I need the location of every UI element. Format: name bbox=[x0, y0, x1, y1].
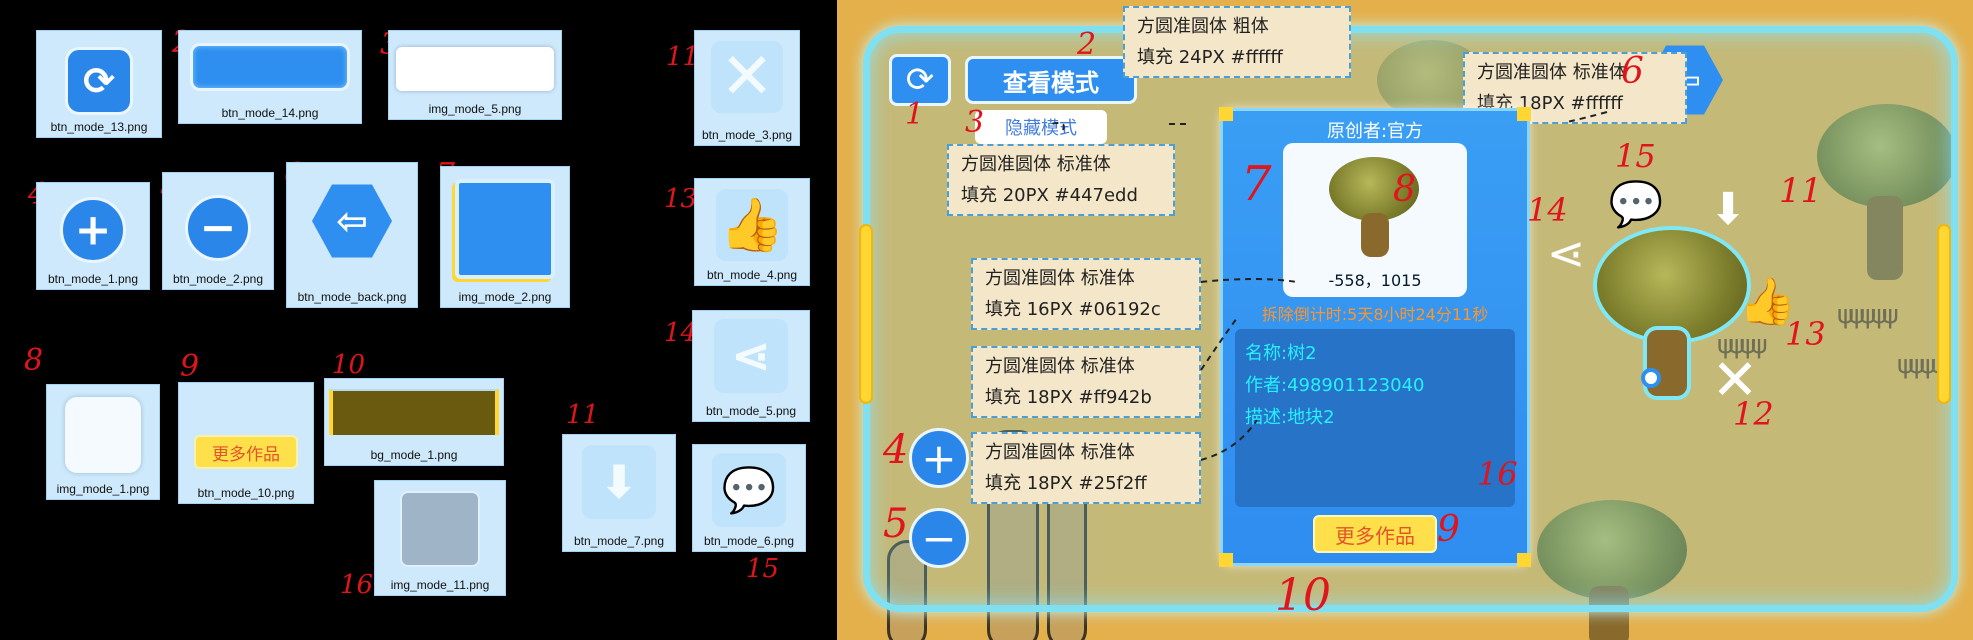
scene-marker-9: 9 bbox=[1437, 509, 1460, 550]
asset-btn-mode-14: btn_mode_14.png bbox=[178, 30, 362, 124]
close-icon: ✕ bbox=[711, 40, 783, 114]
asset-filename: img_mode_2.png bbox=[458, 290, 552, 304]
asset-filename: bg_mode_1.png bbox=[370, 448, 458, 462]
thumbs-up-icon: 👍 bbox=[716, 189, 788, 261]
scene-marker-16: 16 bbox=[1477, 455, 1518, 493]
exit-icon: ⇦ bbox=[312, 184, 392, 258]
white-bar-image bbox=[396, 47, 554, 91]
scene-marker-14: 14 bbox=[1527, 191, 1568, 229]
scene-marker-13: 13 bbox=[1785, 315, 1826, 353]
asset-btn-mode-7: ⬇ btn_mode_7.png bbox=[562, 434, 676, 552]
asset-filename: btn_mode_7.png bbox=[573, 534, 665, 548]
asset-filename: img_mode_11.png bbox=[390, 578, 490, 592]
game-scene: ψψψψ ψψψψψ ψψψψ ψψψψ ψψψψ ⟳ 查看模式 隐藏模式 ⇦ … bbox=[837, 0, 1973, 640]
blue-bar-image bbox=[190, 43, 350, 91]
scene-marker-6: 6 bbox=[1621, 51, 1644, 92]
marker-11: 11 bbox=[566, 400, 600, 430]
scene-marker-15: 15 bbox=[1615, 137, 1656, 175]
marker-13: 13 bbox=[664, 184, 698, 214]
asset-filename: img_mode_5.png bbox=[428, 102, 522, 116]
chat-icon: 💬 bbox=[712, 453, 786, 527]
scene-marker-5: 5 bbox=[883, 501, 909, 547]
share-icon: ⋖ bbox=[714, 319, 788, 393]
asset-filename: btn_mode_1.png bbox=[47, 272, 139, 286]
asset-filename: img_mode_1.png bbox=[56, 482, 150, 496]
marker-16: 16 bbox=[340, 570, 374, 600]
asset-img-mode-5: img_mode_5.png bbox=[388, 30, 562, 120]
asset-bg-mode-1: bg_mode_1.png bbox=[324, 378, 504, 466]
asset-btn-mode-10: 更多作品 btn_mode_10.png bbox=[178, 382, 314, 504]
asset-filename: btn_mode_14.png bbox=[221, 106, 319, 120]
asset-btn-mode-1: + btn_mode_1.png bbox=[36, 182, 150, 290]
asset-btn-mode-4: 👍 btn_mode_4.png bbox=[694, 178, 810, 286]
asset-filename: btn_mode_back.png bbox=[297, 290, 407, 304]
scene-marker-3: 3 bbox=[965, 105, 985, 140]
marker-15: 15 bbox=[746, 554, 780, 584]
scene-marker-1: 1 bbox=[905, 97, 925, 132]
asset-btn-mode-3: ✕ btn_mode_3.png bbox=[694, 30, 800, 146]
olive-bar-image bbox=[329, 389, 499, 435]
minus-icon: − bbox=[185, 195, 251, 261]
asset-sheet: 1 ⟳ btn_mode_13.png 2 btn_mode_14.png 3 … bbox=[0, 0, 837, 640]
asset-filename: btn_mode_10.png bbox=[197, 486, 295, 500]
download-icon: ⬇ bbox=[582, 445, 656, 519]
marker-8: 8 bbox=[24, 343, 44, 378]
asset-img-mode-2: img_mode_2.png bbox=[440, 166, 570, 308]
asset-filename: btn_mode_13.png bbox=[50, 120, 148, 134]
plus-icon: + bbox=[60, 197, 126, 263]
blue-panel-image bbox=[455, 179, 555, 279]
scene-marker-4: 4 bbox=[883, 427, 909, 473]
asset-img-mode-1: img_mode_1.png bbox=[46, 384, 160, 500]
asset-btn-mode-13: ⟳ btn_mode_13.png bbox=[36, 30, 162, 138]
scene-marker-7: 7 bbox=[1241, 156, 1272, 212]
scene-marker-12: 12 bbox=[1733, 395, 1774, 433]
white-tile-image bbox=[65, 397, 141, 473]
asset-btn-mode-5: ⋖ btn_mode_5.png bbox=[692, 310, 810, 422]
asset-btn-mode-2: − btn_mode_2.png bbox=[162, 172, 274, 290]
scene-marker-10: 10 bbox=[1275, 570, 1331, 621]
refresh-icon: ⟳ bbox=[65, 47, 133, 115]
asset-filename: btn_mode_4.png bbox=[706, 268, 798, 282]
scene-marker-11: 11 bbox=[1779, 171, 1823, 211]
marker-10: 10 bbox=[332, 350, 366, 380]
asset-img-mode-11: img_mode_11.png bbox=[374, 480, 506, 596]
scene-marker-2: 2 bbox=[1077, 27, 1097, 62]
scene-marker-8: 8 bbox=[1393, 169, 1416, 210]
marker-9: 9 bbox=[180, 349, 200, 384]
asset-filename: btn_mode_6.png bbox=[703, 534, 795, 548]
asset-btn-mode-back: ⇦ btn_mode_back.png bbox=[286, 162, 418, 308]
asset-btn-mode-6: 💬 btn_mode_6.png bbox=[692, 444, 806, 552]
asset-filename: btn_mode_5.png bbox=[705, 404, 797, 418]
asset-filename: btn_mode_2.png bbox=[172, 272, 264, 286]
more-works-image: 更多作品 bbox=[194, 435, 298, 469]
gray-tile-image bbox=[400, 491, 480, 567]
asset-filename: btn_mode_3.png bbox=[701, 128, 793, 142]
